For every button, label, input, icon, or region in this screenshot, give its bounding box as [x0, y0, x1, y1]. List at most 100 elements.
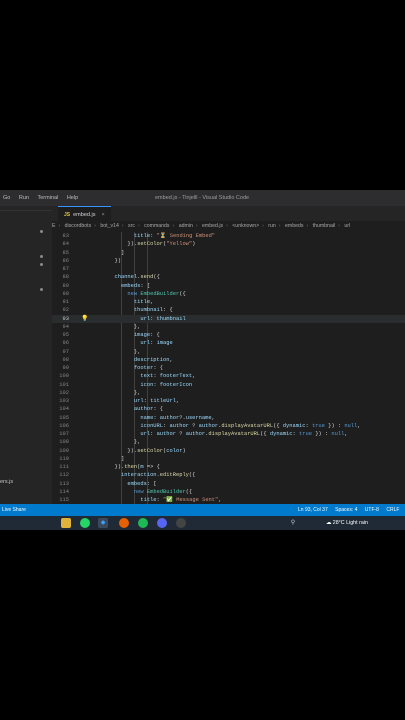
line-number: 87 [62, 266, 69, 272]
weather-text: Light rain [346, 520, 368, 526]
close-icon[interactable]: × [101, 208, 104, 222]
code-line[interactable]: 105 name: author?.username, [52, 414, 405, 422]
code-line[interactable]: 103 url: titleUrl, [52, 397, 405, 405]
line-number: 98 [62, 356, 69, 363]
breadcrumb-item[interactable]: embeds [285, 223, 303, 229]
line-number: 99 [62, 365, 69, 371]
code-line[interactable]: 100 text: footerText, [52, 372, 405, 380]
weather-temp: 28°C [332, 520, 345, 526]
firefox-icon[interactable] [119, 518, 129, 528]
breadcrumb-item[interactable]: src [128, 223, 135, 229]
whatsapp-icon[interactable] [80, 518, 90, 528]
code-line[interactable]: 106 iconURL: author ? author.displayAvat… [52, 422, 405, 430]
line-ending[interactable]: CRLF [386, 507, 399, 513]
code-text: url: titleUrl, [133, 398, 180, 404]
line-number: 107 [59, 431, 69, 437]
code-text: image: { [133, 332, 160, 338]
code-line[interactable]: 84 }).setColor("Yellow") [52, 240, 405, 248]
code-line[interactable]: 94 }, [52, 323, 405, 331]
line-number: 100 [59, 373, 69, 380]
breadcrumb-item[interactable]: discordbots [65, 223, 92, 229]
breadcrumb-item[interactable]: admin [179, 223, 193, 229]
code-text: }).setColor(color) [108, 447, 186, 454]
tab-embed-js[interactable]: JS embed.js × [58, 206, 111, 222]
code-line[interactable]: 107 url: author ? author.displayAvatarUR… [52, 430, 405, 438]
status-dot [40, 230, 43, 233]
code-text: name: author?.username, [140, 414, 215, 421]
spotify-icon[interactable] [138, 518, 148, 528]
code-line[interactable]: 101 icon: footerIcon [52, 381, 405, 389]
code-line[interactable]: 89 embeds: [ [52, 282, 405, 290]
cloud-icon: ☁ [326, 520, 332, 526]
code-line[interactable]: 88 channel.send({ [52, 273, 405, 281]
line-number: 101 [59, 381, 69, 388]
line-number: 94 [62, 323, 69, 330]
breadcrumb-item[interactable]: E [52, 223, 55, 229]
code-editor[interactable]: 83 title: "⏳ Sending Embed" 84 }).setColo… [52, 232, 405, 504]
line-number: 85 [62, 249, 69, 256]
code-line[interactable]: 102 }, [52, 389, 405, 397]
discord-icon[interactable] [157, 518, 167, 528]
window-title: embed.js - Tinjelll - Visual Studio Code [155, 195, 250, 201]
menu-go[interactable]: Go [3, 195, 10, 201]
line-number: 96 [62, 340, 69, 347]
breadcrumb-item[interactable]: embed.js [202, 223, 223, 229]
code-line[interactable]: 91 title, [52, 298, 405, 306]
line-number: 108 [59, 439, 69, 446]
explorer-file-item[interactable]: ers.js [0, 479, 13, 485]
code-line[interactable]: 113 embeds: [ [52, 480, 405, 488]
breadcrumb-item[interactable]: run [268, 223, 276, 229]
breadcrumb-item[interactable]: commands [144, 223, 169, 229]
cursor-position[interactable]: Ln 93, Col 37 [298, 507, 328, 513]
line-number: 113 [59, 480, 69, 487]
code-line[interactable]: 92 thumbnail: { [52, 306, 405, 314]
breadcrumb-item[interactable]: thumbnail [313, 223, 336, 229]
code-text: embeds: [ [120, 282, 151, 289]
code-text: embeds: [ [127, 480, 157, 487]
code-line[interactable]: 90 new EmbedBuilder({ [52, 290, 405, 298]
code-line[interactable]: 99 footer: { [52, 364, 405, 372]
indentation[interactable]: Spaces: 4 [335, 507, 357, 513]
code-line[interactable]: 95 image: { [52, 331, 405, 339]
code-line[interactable]: 86 }) [52, 257, 405, 265]
status-dot [40, 255, 43, 258]
code-line[interactable]: 97 }, [52, 348, 405, 356]
code-line[interactable]: 93 💡 url: thumbnail [52, 314, 405, 323]
line-number: 84 [62, 241, 69, 248]
code-line[interactable]: 96 url: image [52, 339, 405, 347]
code-line[interactable]: 108 }, [52, 438, 405, 446]
code-line[interactable]: 85 ] [52, 249, 405, 257]
code-text: text: footerText, [140, 373, 196, 380]
vscode-icon[interactable]: ◆ [98, 518, 108, 528]
code-text: thumbnail: { [133, 307, 173, 314]
code-line[interactable]: 83 title: "⏳ Sending Embed" [52, 232, 405, 240]
code-text: }, [108, 323, 141, 330]
obs-icon[interactable] [176, 518, 186, 528]
menu-help[interactable]: Help [67, 195, 78, 201]
code-text: }) [108, 257, 121, 264]
breadcrumb-item[interactable]: bot_v14 [100, 223, 118, 229]
live-share-button[interactable]: Live Share [2, 504, 26, 516]
person-icon[interactable]: ⚲ [288, 518, 298, 528]
encoding[interactable]: UTF-8 [365, 507, 379, 513]
code-text: }, [108, 348, 141, 355]
breadcrumb-item[interactable]: <unknown> [232, 223, 259, 229]
folder-icon[interactable] [61, 518, 71, 528]
code-line[interactable]: 112 interaction.editReply({ [52, 471, 405, 479]
menu-run[interactable]: Run [19, 195, 29, 201]
lightbulb-icon[interactable]: 💡 [81, 315, 88, 323]
code-line[interactable]: 109 }).setColor(color) [52, 447, 405, 455]
code-line[interactable]: 111 }).then(m => { [52, 463, 405, 471]
menu-terminal[interactable]: Terminal [38, 195, 59, 201]
line-number: 106 [59, 422, 69, 429]
code-line[interactable]: 115 title: "✅ Message Sent", [52, 496, 405, 504]
line-number: 102 [59, 389, 69, 396]
breadcrumb-item[interactable]: url [344, 223, 350, 229]
code-line[interactable]: 87 [52, 265, 405, 273]
code-line[interactable]: 98 description, [52, 356, 405, 364]
status-right: Ln 93, Col 37 Spaces: 4 UTF-8 CRLF [298, 504, 405, 516]
code-line[interactable]: 110 ] [52, 455, 405, 463]
code-line[interactable]: 104 author: { [52, 405, 405, 413]
code-line[interactable]: 114 new EmbedBuilder({ [52, 488, 405, 496]
weather-widget[interactable]: ☁ 28°C Light rain [326, 516, 368, 530]
